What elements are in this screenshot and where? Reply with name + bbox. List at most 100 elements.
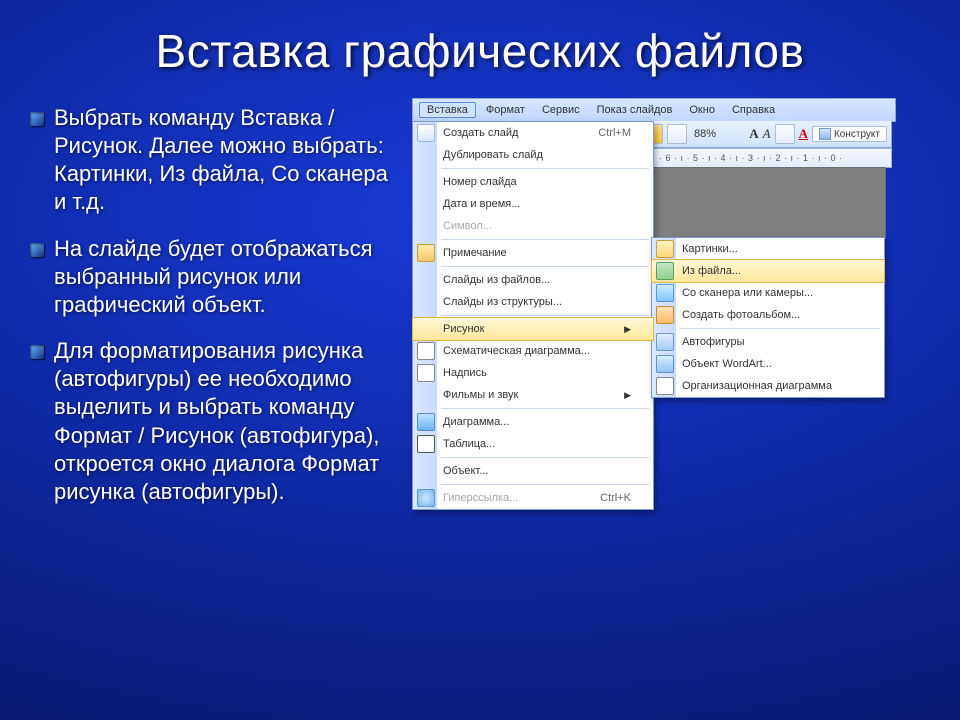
menu-item[interactable]: Номер слайда	[413, 171, 653, 193]
menu-separator	[441, 484, 649, 485]
insert-menu: Создать слайдCtrl+M Дублировать слайд Номе…	[412, 121, 654, 510]
menu-item-label: Создать фотоальбом...	[682, 309, 800, 321]
menu-item[interactable]: Примечание	[413, 242, 653, 264]
menu-help[interactable]: Справка	[725, 103, 782, 117]
menu-item-label: Картинки...	[682, 243, 738, 255]
slide-body: Выбрать команду Вставка / Рисунок. Далее…	[0, 90, 960, 548]
menu-item[interactable]: Дата и время...	[413, 193, 653, 215]
toolbar-icon[interactable]	[667, 124, 687, 144]
menu-item[interactable]: Объект WordArt...	[652, 353, 884, 375]
bullet-item: На слайде будет отображаться выбранный р…	[30, 235, 400, 319]
menu-item[interactable]: Таблица...	[413, 433, 653, 455]
ic-shape-icon	[656, 333, 674, 351]
menu-item-label: Схематическая диаграмма...	[443, 345, 590, 357]
menu-item-label: Слайды из структуры...	[443, 296, 562, 308]
menu-item[interactable]: Картинки...	[652, 238, 884, 260]
picture-submenu: Картинки... Из файла... Со сканера или кам…	[651, 237, 885, 398]
ic-scan-icon	[656, 284, 674, 302]
menu-item[interactable]: Надпись	[413, 362, 653, 384]
menu-separator	[441, 266, 649, 267]
slide-title: Вставка графических файлов	[0, 0, 960, 90]
bullet-item: Выбрать команду Вставка / Рисунок. Далее…	[30, 104, 400, 217]
menu-item-label: Дублировать слайд	[443, 149, 543, 161]
ic-link-icon	[417, 489, 435, 507]
menu-slideshow[interactable]: Показ слайдов	[590, 103, 680, 117]
bullet-icon	[30, 345, 44, 359]
menu-separator	[441, 168, 649, 169]
ic-pic-icon	[656, 262, 674, 280]
menu-item[interactable]: Дублировать слайд	[413, 144, 653, 166]
bullet-text: Для форматирования рисунка (автофигуры) …	[54, 337, 400, 506]
menu-item-label: Примечание	[443, 247, 507, 259]
document-area	[652, 167, 886, 239]
ic-tab-icon	[417, 435, 435, 453]
menu-item-label: Фильмы и звук	[443, 389, 518, 401]
menu-item[interactable]: Объект...	[413, 460, 653, 482]
menu-item[interactable]: Автофигуры	[652, 331, 884, 353]
ruler: · 6 · ı · 5 · ı · 4 · ı · 3 · ı · 2 · ı …	[652, 148, 892, 168]
menu-item[interactable]: Слайды из структуры...	[413, 291, 653, 313]
menu-format[interactable]: Формат	[479, 103, 532, 117]
ic-txt-icon	[417, 364, 435, 382]
menubar: Вставка Формат Сервис Показ слайдов Окно…	[412, 98, 896, 122]
menu-item-label: Рисунок	[443, 323, 485, 335]
ic-fold-icon	[417, 244, 435, 262]
font-label-icon: A	[749, 126, 758, 142]
zoom-level[interactable]: 88%	[691, 128, 719, 140]
bullet-item: Для форматирования рисунка (автофигуры) …	[30, 337, 400, 506]
ic-clip-icon	[656, 240, 674, 258]
menu-item: Символ...	[413, 215, 653, 237]
menu-item-label: Номер слайда	[443, 176, 517, 188]
menu-separator	[441, 457, 649, 458]
submenu-arrow-icon: ▶	[624, 324, 631, 335]
menu-item-label: Со сканера или камеры...	[682, 287, 813, 299]
menu-item-label: Слайды из файлов...	[443, 274, 550, 286]
menu-item-label: Объект WordArt...	[682, 358, 772, 370]
menu-item-label: Из файла...	[682, 265, 741, 277]
ic-new-icon	[417, 124, 435, 142]
bullet-text: Выбрать команду Вставка / Рисунок. Далее…	[54, 104, 400, 217]
font-label-icon: A	[763, 126, 771, 142]
menu-separator	[441, 239, 649, 240]
ic-diag-icon	[417, 342, 435, 360]
screenshot-region: Вставка Формат Сервис Показ слайдов Окно…	[412, 98, 912, 548]
menu-item-label: Организационная диаграмма	[682, 380, 832, 392]
menu-item[interactable]: Со сканера или камеры...	[652, 282, 884, 304]
menu-service[interactable]: Сервис	[535, 103, 587, 117]
menu-separator	[441, 315, 649, 316]
menu-separator	[441, 408, 649, 409]
menu-item-label: Автофигуры	[682, 336, 745, 348]
menu-item-label: Надпись	[443, 367, 487, 379]
menu-item[interactable]: Слайды из файлов...	[413, 269, 653, 291]
ic-org-icon	[656, 377, 674, 395]
menu-item[interactable]: Фильмы и звук ▶	[413, 384, 653, 406]
menu-item-label: Объект...	[443, 465, 488, 477]
menu-item: Гиперссылка... Ctrl+K	[413, 487, 653, 509]
ic-chart-icon	[417, 413, 435, 431]
font-color-icon[interactable]: A	[799, 126, 808, 142]
menu-item[interactable]: Создать фотоальбом...	[652, 304, 884, 326]
bullet-icon	[30, 243, 44, 257]
menu-item[interactable]: Диаграмма...	[413, 411, 653, 433]
menu-insert[interactable]: Вставка	[419, 102, 476, 118]
menu-item[interactable]: Создать слайдCtrl+M	[413, 122, 653, 144]
menu-item-label: Таблица...	[443, 438, 495, 450]
menu-item-label: Диаграмма...	[443, 416, 509, 428]
menu-item-label: Символ...	[443, 220, 492, 232]
menu-item-label: Создать слайд	[443, 127, 518, 139]
menu-item-label: Дата и время...	[443, 198, 520, 210]
designer-button[interactable]: Конструкт	[812, 126, 887, 142]
bullet-text: На слайде будет отображаться выбранный р…	[54, 235, 400, 319]
menu-item[interactable]: Схематическая диаграмма...	[413, 340, 653, 362]
slide: Вставка графических файлов Выбрать коман…	[0, 0, 960, 720]
menu-item[interactable]: Из файла...	[651, 259, 885, 283]
menu-item[interactable]: Рисунок ▶	[412, 317, 654, 341]
submenu-arrow-icon: ▶	[624, 390, 631, 401]
ic-wa-icon	[656, 355, 674, 373]
menu-shortcut: Ctrl+K	[600, 492, 631, 504]
toolbar-icon[interactable]	[775, 124, 795, 144]
menu-window[interactable]: Окно	[682, 103, 722, 117]
menu-item-label: Гиперссылка...	[443, 492, 518, 504]
bullet-icon	[30, 112, 44, 126]
menu-item[interactable]: Организационная диаграмма	[652, 375, 884, 397]
